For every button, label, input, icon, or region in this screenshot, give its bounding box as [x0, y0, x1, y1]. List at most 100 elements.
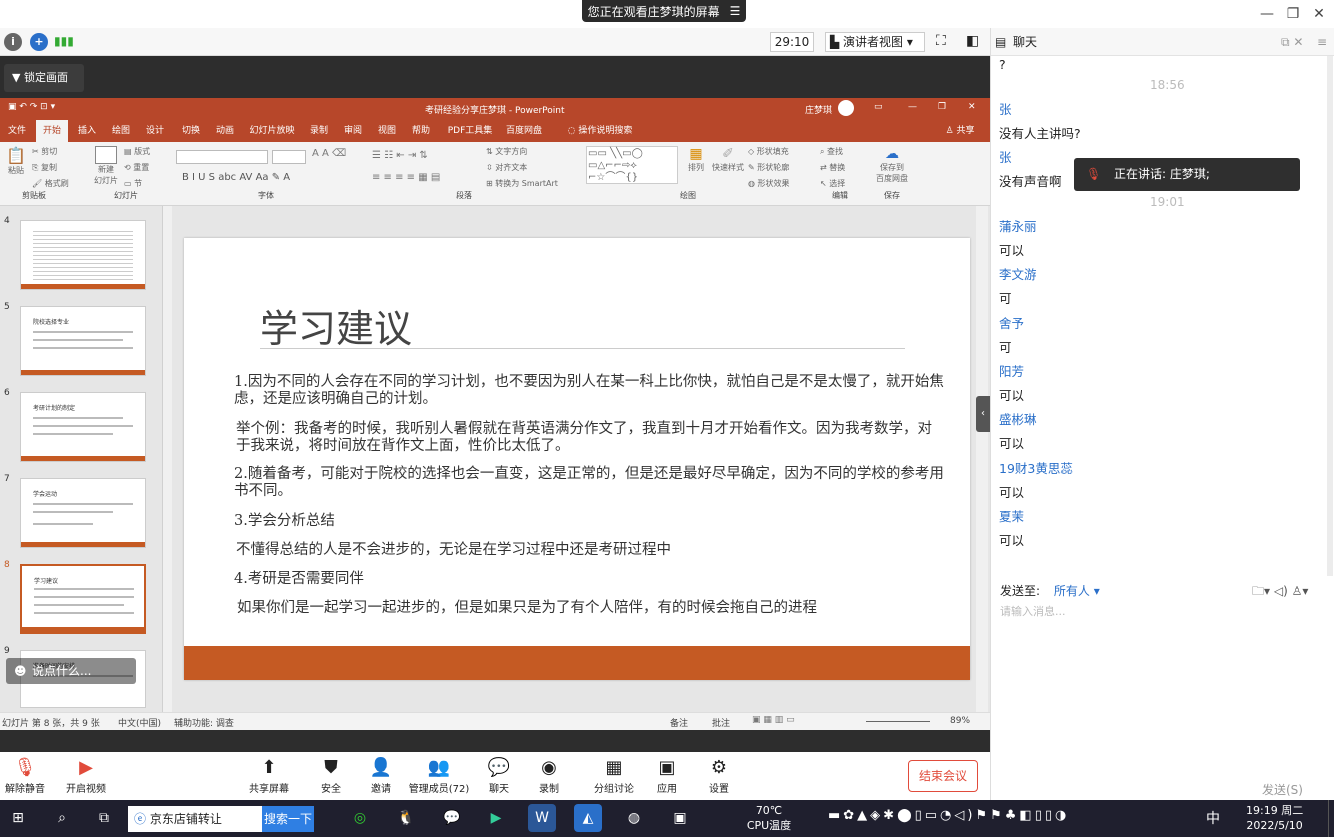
- screen-share-banner[interactable]: 您正在观看庄梦琪的屏幕 ☰: [582, 0, 746, 22]
- app-360-icon[interactable]: ◎: [346, 804, 374, 832]
- zoom-level[interactable]: 89%: [950, 716, 970, 726]
- menu-icon[interactable]: ☰: [730, 4, 741, 18]
- section-button[interactable]: ▭ 节: [124, 178, 142, 189]
- save-to-baidu-button[interactable]: ☁ 保存到 百度网盘: [874, 146, 910, 184]
- tab-view[interactable]: 视图: [374, 120, 400, 142]
- font-size-select[interactable]: [272, 150, 306, 164]
- search-go-button[interactable]: 搜索一下: [262, 806, 314, 832]
- breakout-button[interactable]: ▦ 分组讨论: [590, 752, 638, 800]
- tab-pdf[interactable]: PDF工具集: [446, 120, 494, 142]
- tab-file[interactable]: 文件: [4, 120, 30, 142]
- tray-icons[interactable]: ▬✿▲◈✱⬤▯▭◔◁)⚑⚑♣◧▯▯◑: [828, 808, 1069, 823]
- share-button[interactable]: ♙ 共享: [940, 120, 980, 142]
- list-icons[interactable]: ☰ ☷ ⇤ ⇥ ⇅: [372, 150, 428, 161]
- media-player-icon[interactable]: ▶: [482, 804, 510, 832]
- shape-outline-button[interactable]: ✎ 形状轮廓: [748, 162, 789, 173]
- cut-button[interactable]: ✂ 剪切: [32, 146, 57, 157]
- chat-button[interactable]: 💬 聊天: [486, 752, 512, 800]
- tab-home[interactable]: 开始: [36, 120, 68, 142]
- menu-icon[interactable]: ≡: [1317, 28, 1327, 56]
- copy-button[interactable]: ⎘ 复制: [32, 162, 57, 173]
- windows-start-icon[interactable]: ⊞: [4, 804, 32, 832]
- thumbnail-scrollbar[interactable]: [162, 206, 172, 712]
- comments-button[interactable]: 批注: [712, 716, 730, 729]
- shape-effects-button[interactable]: ◍ 形状效果: [748, 178, 790, 189]
- settings-button[interactable]: ⚙ 设置: [706, 752, 732, 800]
- layout-button[interactable]: ▤ 版式: [124, 146, 150, 157]
- tab-slideshow[interactable]: 幻灯片放映: [246, 120, 298, 142]
- apps-button[interactable]: ▣ 应用: [654, 752, 680, 800]
- end-meeting-button[interactable]: 结束会议: [908, 760, 978, 792]
- accessibility[interactable]: 辅助功能: 调查: [174, 716, 234, 729]
- ppt-minimize-icon[interactable]: —: [908, 102, 917, 112]
- paste-button[interactable]: 📋 粘贴: [6, 146, 26, 182]
- new-slide-button[interactable]: 新建 幻灯片: [92, 146, 120, 186]
- ribbon-display-icon[interactable]: ▭: [874, 102, 883, 112]
- ime-indicator[interactable]: 中: [1206, 808, 1220, 828]
- tab-record[interactable]: 录制: [306, 120, 332, 142]
- invite-button[interactable]: 👤 邀请: [366, 752, 396, 800]
- arrange-button[interactable]: ▦ 排列: [684, 146, 708, 173]
- tab-insert[interactable]: 插入: [74, 120, 100, 142]
- view-mode-icons[interactable]: ▣ ▦ ▥ ▭: [752, 715, 795, 725]
- slide-thumbnail-8[interactable]: 学习建议: [20, 564, 146, 634]
- clock[interactable]: 19:19 周二 2022/5/10: [1246, 803, 1303, 833]
- font-size-icons[interactable]: A A ⌫: [312, 148, 346, 159]
- zoom-slider[interactable]: [866, 721, 930, 722]
- restore-icon[interactable]: ❐: [1282, 4, 1304, 24]
- align-icons[interactable]: ≡ ≡ ≡ ≡ ▦ ▤: [372, 172, 440, 183]
- shape-fill-button[interactable]: ◇ 形状填充: [748, 146, 789, 157]
- select-button[interactable]: ↖ 选择: [820, 178, 845, 189]
- avatar[interactable]: [838, 100, 854, 116]
- video-button[interactable]: ▶ 开启视频: [62, 752, 110, 800]
- mute-button[interactable]: 🎙 解除静音: [2, 752, 48, 800]
- close-icon[interactable]: ✕: [1308, 4, 1330, 24]
- tab-help[interactable]: 帮助: [408, 120, 434, 142]
- qq-icon[interactable]: 🐧: [392, 804, 420, 832]
- notes-button[interactable]: 备注: [670, 716, 688, 729]
- app-icon[interactable]: ◍: [620, 804, 648, 832]
- meeting-app-icon[interactable]: ◭: [574, 804, 602, 832]
- reset-button[interactable]: ⟲ 重置: [124, 162, 149, 173]
- send-to-selector[interactable]: 发送至: 所有人 ▾: [1000, 582, 1100, 599]
- tab-baidu[interactable]: 百度网盘: [504, 120, 544, 142]
- popout-icon[interactable]: ⧉ ✕: [1281, 28, 1303, 56]
- tab-design[interactable]: 设计: [142, 120, 168, 142]
- collapse-panel-icon[interactable]: ‹: [976, 396, 990, 432]
- security-button[interactable]: ⛊ 安全: [316, 752, 346, 800]
- browser-search-box[interactable]: ⓔ 京东店铺转让: [128, 806, 262, 832]
- smartart-button[interactable]: ⊞ 转换为 SmartArt: [486, 178, 558, 189]
- search-icon[interactable]: ⌕: [48, 804, 76, 832]
- send-button[interactable]: 发送(S): [1262, 781, 1303, 798]
- cpu-temp[interactable]: 70℃ CPU温度: [744, 803, 794, 833]
- view-dropdown[interactable]: ▙ 演讲者视图 ▾: [825, 32, 925, 52]
- tab-animations[interactable]: 动画: [212, 120, 238, 142]
- tab-draw[interactable]: 绘图: [108, 120, 134, 142]
- task-view-icon[interactable]: ⧉: [90, 804, 118, 832]
- share-screen-button[interactable]: ⬆ 共享屏幕: [246, 752, 292, 800]
- slide-thumbnail-6[interactable]: 考研计划的制定: [20, 392, 146, 462]
- quick-styles-button[interactable]: ✐ 快速样式: [710, 146, 746, 173]
- fullscreen-icon[interactable]: ⛶: [936, 33, 946, 49]
- word-icon[interactable]: W: [528, 804, 556, 832]
- shield-icon[interactable]: +: [30, 33, 48, 51]
- record-button[interactable]: ◉ 录制: [536, 752, 562, 800]
- signal-icon[interactable]: ▮▮▮: [54, 34, 74, 48]
- chat-tool-icons[interactable]: 🗀▾ ◁) ♙▾: [1252, 582, 1308, 603]
- show-desktop-button[interactable]: [1328, 800, 1334, 837]
- tab-review[interactable]: 审阅: [340, 120, 366, 142]
- info-icon[interactable]: i: [4, 33, 22, 51]
- members-button[interactable]: 👥 管理成员(72): [406, 752, 472, 800]
- say-something-input[interactable]: ☻ 说点什么...: [6, 658, 136, 684]
- replace-button[interactable]: ⇄ 替换: [820, 162, 845, 173]
- sidebar-toggle-icon[interactable]: ◧: [966, 33, 979, 49]
- save-icon[interactable]: ▣ ↶ ↷ ⊡ ▾: [8, 102, 55, 112]
- language[interactable]: 中文(中国): [118, 716, 161, 729]
- app-icon[interactable]: ▣: [666, 804, 694, 832]
- font-format-icons[interactable]: B I U S abc AV Aa ✎ A: [182, 172, 290, 183]
- shapes-gallery[interactable]: ▭▭ ╲╲▭◯ ▭△⌐⌐⇨⟡ ⌐☆⌒⌒{}: [586, 146, 678, 184]
- chat-input[interactable]: 请输入消息...: [1000, 603, 1066, 619]
- find-button[interactable]: ⌕ 查找: [820, 146, 843, 157]
- tab-transitions[interactable]: 切换: [178, 120, 204, 142]
- format-painter-button[interactable]: 🖌 格式刷: [32, 178, 69, 189]
